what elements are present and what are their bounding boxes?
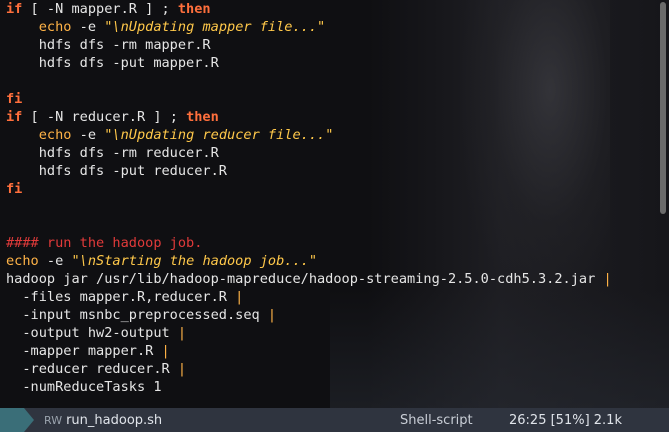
- keyword-token: fi: [6, 181, 23, 197]
- code-line[interactable]: #### run the hadoop job.: [6, 234, 656, 252]
- status-bar: RW run_hadoop.sh Shell-script 26:25 [51%…: [0, 408, 669, 432]
- scrollbar-thumb[interactable]: [660, 2, 666, 214]
- keyword-token: then: [186, 109, 219, 125]
- code-line[interactable]: hdfs dfs -rm reducer.R: [6, 144, 656, 162]
- string-token: "\nUpdating mapper file...": [104, 19, 326, 35]
- file-name: run_hadoop.sh: [66, 412, 163, 428]
- mode-indicator: [0, 408, 34, 432]
- string-token: "\nStarting the hadoop job...": [71, 253, 318, 269]
- pipe-token: |: [603, 271, 612, 287]
- code-text: [ -N reducer.R ] ;: [22, 109, 187, 125]
- code-line[interactable]: if [ -N reducer.R ] ; then: [6, 108, 656, 126]
- code-line[interactable]: -input msnbc_preprocessed.seq |: [6, 306, 656, 324]
- code-line[interactable]: fi: [6, 180, 656, 198]
- code-line[interactable]: if [ -N mapper.R ] ; then: [6, 0, 656, 18]
- code-text: -mapper mapper.R: [6, 343, 162, 359]
- code-line[interactable]: -reducer reducer.R |: [6, 360, 656, 378]
- code-text: -input msnbc_preprocessed.seq: [6, 307, 268, 323]
- code-line[interactable]: -output hw2-output |: [6, 324, 656, 342]
- string-token: "\nUpdating reducer file...": [104, 127, 334, 143]
- code-text: hdfs dfs -put reducer.R: [6, 163, 227, 179]
- code-line[interactable]: hadoop jar /usr/lib/hadoop-mapreduce/had…: [6, 270, 656, 288]
- vertical-scrollbar[interactable]: [660, 0, 666, 404]
- code-line[interactable]: [6, 198, 656, 216]
- code-text: hdfs dfs -put mapper.R: [6, 55, 219, 71]
- cursor-position: 26:25 [51%] 2.1k: [509, 412, 622, 428]
- keyword-token: if: [6, 1, 23, 17]
- code-text: -reducer reducer.R: [6, 361, 178, 377]
- code-editor[interactable]: if [ -N mapper.R ] ; then echo -e "\nUpd…: [6, 0, 656, 404]
- code-line[interactable]: hdfs dfs -put reducer.R: [6, 162, 656, 180]
- code-text: -numReduceTasks 1: [6, 379, 162, 395]
- code-text: [ -N mapper.R ] ;: [22, 1, 178, 17]
- code-text: -files mapper.R,reducer.R: [6, 289, 236, 305]
- pipe-token: |: [177, 325, 187, 341]
- code-line[interactable]: [6, 72, 656, 90]
- keyword-token: if: [6, 109, 23, 125]
- keyword-token: then: [177, 1, 211, 17]
- builtin-token: echo: [6, 253, 39, 269]
- code-line[interactable]: [6, 216, 656, 234]
- code-line[interactable]: -numReduceTasks 1: [6, 378, 656, 396]
- code-text: hdfs dfs -rm mapper.R: [6, 37, 211, 53]
- code-text: -e: [38, 253, 72, 269]
- code-line[interactable]: echo -e "\nUpdating mapper file...": [6, 18, 656, 36]
- builtin-token: echo: [38, 127, 72, 143]
- pipe-token: |: [177, 361, 187, 377]
- code-line[interactable]: -files mapper.R,reducer.R |: [6, 288, 656, 306]
- comment-token: #### run the hadoop job.: [6, 235, 203, 251]
- code-text: -output hw2-output: [6, 325, 178, 341]
- code-line[interactable]: fi: [6, 90, 656, 108]
- code-text: hdfs dfs -rm reducer.R: [6, 145, 219, 161]
- code-line[interactable]: hdfs dfs -rm mapper.R: [6, 36, 656, 54]
- pipe-token: |: [161, 343, 170, 359]
- code-line[interactable]: -mapper mapper.R |: [6, 342, 656, 360]
- code-line[interactable]: hdfs dfs -put mapper.R: [6, 54, 656, 72]
- code-line[interactable]: echo -e "\nStarting the hadoop job...": [6, 252, 656, 270]
- code-line[interactable]: echo -e "\nUpdating reducer file...": [6, 126, 656, 144]
- pipe-token: |: [235, 289, 244, 305]
- code-text: -e: [71, 19, 105, 35]
- file-type: Shell-script: [400, 412, 473, 428]
- code-text: -e: [71, 127, 105, 143]
- read-write-flag: RW: [44, 413, 63, 427]
- code-text: hadoop jar /usr/lib/hadoop-mapreduce/had…: [6, 271, 604, 287]
- keyword-token: fi: [6, 91, 23, 107]
- pipe-token: |: [267, 307, 277, 323]
- builtin-token: echo: [38, 19, 72, 35]
